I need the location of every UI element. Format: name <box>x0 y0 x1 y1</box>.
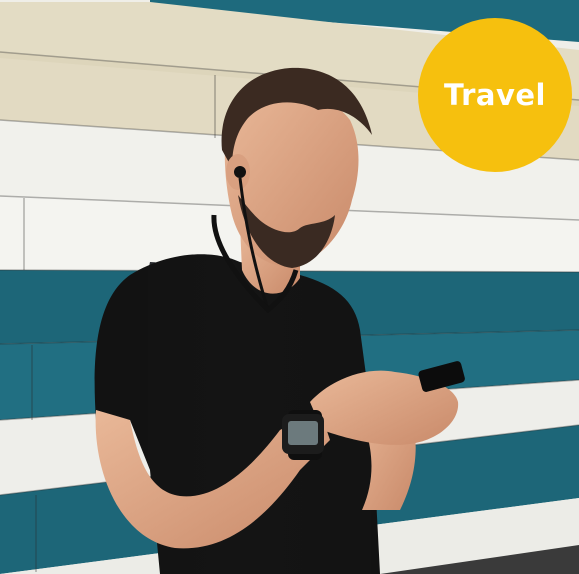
travel-badge-label: Travel <box>444 78 546 112</box>
product-image-frame: Travel <box>0 0 579 574</box>
smartwatch-icon <box>282 410 324 460</box>
travel-badge: Travel <box>418 18 572 172</box>
